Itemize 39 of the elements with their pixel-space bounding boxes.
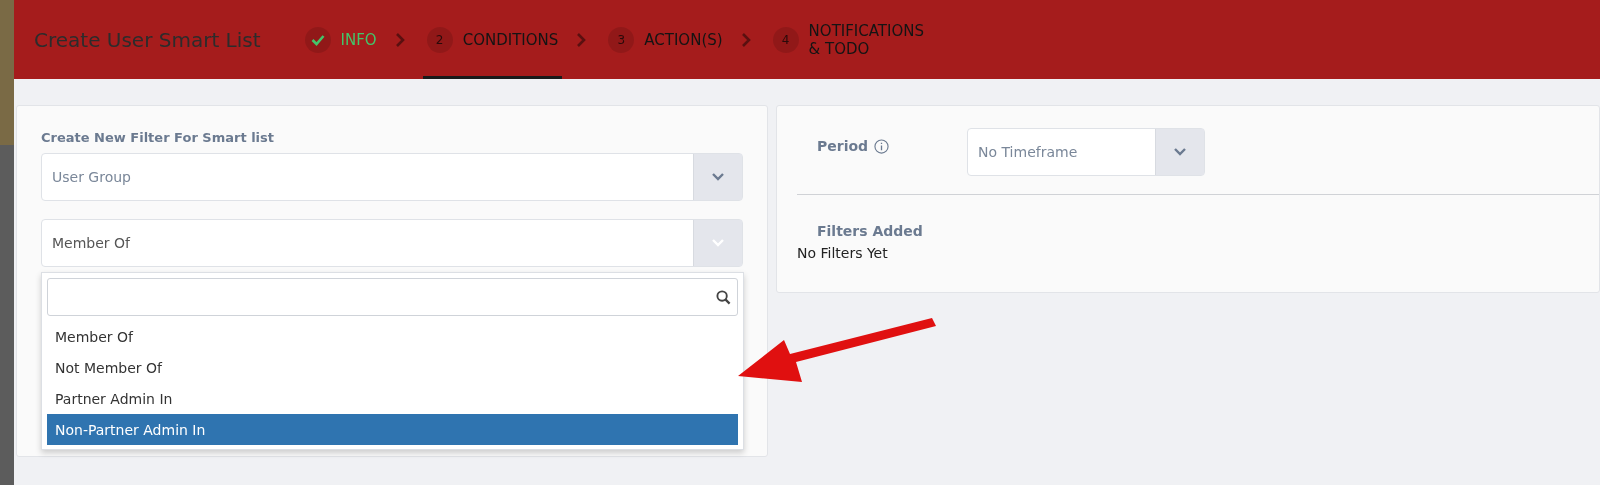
step-label: INFO [340,30,377,49]
step-label: NOTIFICATIONS & TODO [808,21,924,58]
step-tab[interactable]: 4 NOTIFICATIONS & TODO [768,0,928,79]
select-value: No Timeframe [977,143,1079,162]
dropdown-button[interactable] [693,220,742,266]
select-value: User Group [51,168,132,187]
search-icon [716,289,731,305]
operator-select[interactable]: Member Of [41,219,743,267]
chevron-down-icon [712,173,724,181]
dropdown-option[interactable]: Partner Admin In [47,383,738,414]
chevron-right-icon [576,32,587,47]
dropdown-option[interactable]: Member Of [47,321,738,352]
filters-heading: Filters Added [817,223,924,239]
page-title: Create User Smart List [34,26,261,54]
step-label: ACTION(S) [644,30,723,49]
dropdown-option[interactable]: Non-Partner Admin In [47,414,738,445]
step-tab[interactable]: INFO [300,0,381,79]
chevron-right-icon [740,32,751,47]
filter-heading: Create New Filter For Smart list [41,130,275,145]
step-tab[interactable]: 3 ACTION(S) [604,0,727,79]
filter-select[interactable]: User Group [41,153,743,201]
check-icon [304,26,331,53]
period-label: Period [817,138,869,154]
period-select[interactable]: No Timeframe [967,128,1205,176]
info-icon [874,138,890,154]
step-label: CONDITIONS [462,30,559,49]
empty-message: No Filters Yet [797,245,889,261]
dropdown-option[interactable]: Not Member Of [47,352,738,383]
dropdown-button[interactable] [693,154,742,200]
step-number: 3 [608,26,635,53]
chevron-down-icon [1174,148,1186,156]
dropdown-button[interactable] [1155,129,1204,175]
select-value: Member Of [51,234,132,253]
chevron-right-icon [394,32,405,47]
search-field[interactable] [47,278,738,316]
chevron-down-icon [712,239,724,247]
step-tab[interactable]: 2 CONDITIONS [422,0,563,79]
step-number: 2 [426,26,453,53]
step-number: 4 [772,26,799,53]
